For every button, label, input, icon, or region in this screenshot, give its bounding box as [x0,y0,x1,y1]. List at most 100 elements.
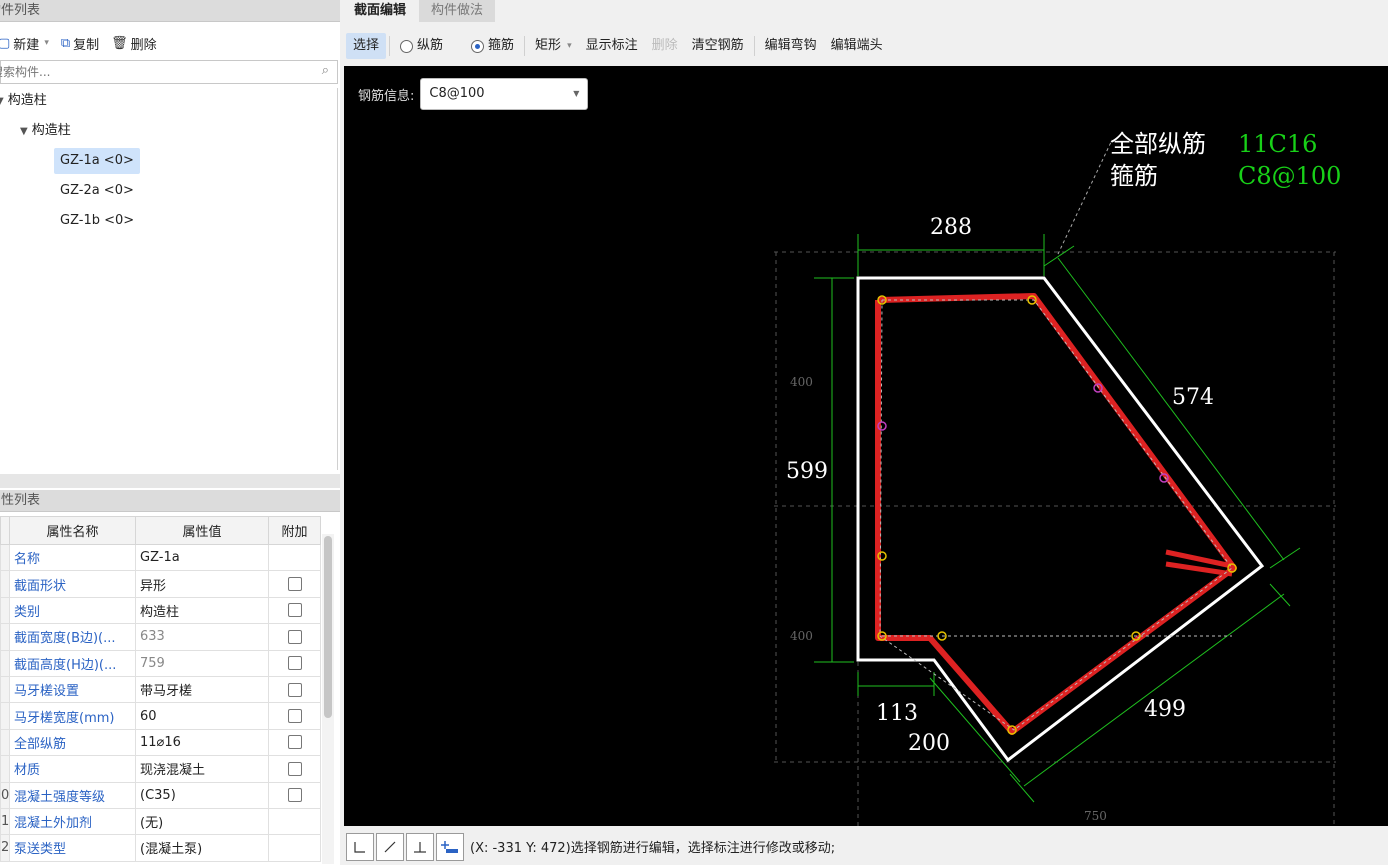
rebar-info-select[interactable]: C8@100 ▼ [420,78,589,110]
property-name: 马牙槎设置 [9,675,136,704]
add-point-icon[interactable] [436,832,464,861]
new-button[interactable]: ▢ 新建 ▾ [0,30,53,56]
property-extra[interactable] [268,649,321,677]
property-value[interactable]: 现浇混凝土 [135,755,269,783]
dim-label-diag-lower[interactable]: 499 [1144,697,1186,722]
delete-rebar-button[interactable]: 删除 [645,33,685,59]
property-value[interactable]: 60 [135,702,269,730]
checkbox[interactable] [287,656,302,671]
property-scrollbar[interactable] [322,534,334,864]
property-value[interactable]: 11⌀16 [135,728,269,757]
property-value[interactable]: 构造柱 [135,596,269,625]
checkbox[interactable] [287,577,302,592]
dim-label-top[interactable]: 288 [930,215,972,240]
edit-hook-button[interactable]: 编辑弯钩 [758,33,824,59]
table-row[interactable]: 截面宽度(B边)(... 633 [0,623,321,651]
table-row[interactable]: 类别 构造柱 [0,596,321,625]
line-snap-icon[interactable] [376,832,404,861]
property-value[interactable]: 759 [135,649,269,677]
right-panel: 截面编辑 构件做法 选择 纵筋 箍筋 矩形 ▾ 显示标注 删除 清空钢筋 编辑弯钩… [342,0,1388,865]
tree-item-gz-2a[interactable]: GZ-2a <0> [60,178,134,204]
property-extra[interactable] [268,570,321,598]
table-row[interactable]: 1 混凝土外加剂 (无) [0,807,321,836]
property-extra[interactable] [268,755,321,783]
checkbox[interactable] [287,709,302,724]
expand-icon[interactable]: ▼ [20,126,28,137]
orthogonal-snap-icon[interactable] [346,832,374,861]
search-input[interactable] [0,61,291,83]
checkbox[interactable] [287,735,302,750]
checkbox[interactable] [287,761,302,776]
table-row[interactable]: 马牙槎设置 带马牙槎 [0,675,321,704]
row-number [0,675,10,704]
scrollbar-thumb[interactable] [324,536,332,718]
property-extra[interactable] [268,623,321,651]
property-value[interactable]: (C35) [135,781,269,809]
table-row[interactable]: 材质 现浇混凝土 [0,755,321,783]
stirrup-rebar[interactable] [875,293,1237,735]
row-number [0,623,10,651]
property-extra [268,834,321,862]
table-row[interactable]: 全部纵筋 11⌀16 [0,728,321,757]
search-box: ⌕ [0,60,338,84]
delete-button[interactable]: 🗑 删除 [107,30,161,56]
table-row[interactable]: 名称 GZ-1a [0,543,321,572]
property-value[interactable]: (无) [135,807,269,836]
clear-rebar-button[interactable]: 清空钢筋 [685,33,751,59]
stirrup-radio[interactable]: 箍筋 [464,33,521,59]
edit-end-button[interactable]: 编辑端头 [824,33,890,59]
expand-icon[interactable]: ▼ [0,96,4,107]
drawing-canvas[interactable]: 全部纵筋 11C16 箍筋 C8@100 288 574 599 113 200… [344,66,1388,826]
chevron-down-icon[interactable]: ▾ [44,38,49,48]
dim-label-left[interactable]: 599 [786,459,828,484]
shape-dropdown[interactable]: 矩形 ▾ [528,33,579,59]
dim-label-bottom-small[interactable]: 113 [876,701,918,726]
panel-splitter[interactable] [0,474,340,488]
longitudinal-radio[interactable]: 纵筋 [393,33,450,59]
row-number: 0 [0,781,10,809]
dim-label-bottom-diag[interactable]: 200 [908,731,950,756]
table-row[interactable]: 2 泵送类型 (混凝土泵) [0,834,321,862]
tree-node-child[interactable]: ▼ 构造柱 [20,118,71,144]
property-extra[interactable] [268,702,321,730]
checkbox[interactable] [287,682,302,697]
section-drawing[interactable]: 全部纵筋 11C16 箍筋 C8@100 288 574 599 113 200… [344,66,1388,826]
dim-label-diag-upper[interactable]: 574 [1172,385,1214,410]
property-value[interactable]: (混凝土泵) [135,834,269,862]
tab-section-edit[interactable]: 截面编辑 [342,0,419,22]
property-value[interactable]: 633 [135,623,269,651]
property-extra[interactable] [268,781,321,809]
dim-diag-lower [1023,593,1285,787]
component-tree: ▼构造柱 ▼构造柱 GZ-1a <0> GZ-2a <0> GZ-1b <0> [0,88,338,470]
new-label: 新建 [13,37,40,53]
status-bar: (X: -331 Y: 472)选择钢筋进行编辑，选择标注进行修改或移动; [342,828,1388,865]
checkbox[interactable] [287,788,302,803]
tree-node-root[interactable]: ▼构造柱 [0,88,47,114]
property-name: 混凝土外加剂 [9,807,136,836]
divider [753,36,755,56]
divider [389,36,391,56]
show-label-button[interactable]: 显示标注 [579,33,645,59]
property-extra[interactable] [268,728,321,757]
property-value[interactable]: 带马牙槎 [135,675,269,704]
table-row[interactable]: 0 混凝土强度等级 (C35) [0,781,321,809]
perpendicular-snap-icon[interactable] [406,832,434,861]
select-button[interactable]: 选择 [346,33,387,59]
property-extra[interactable] [268,675,321,704]
tree-item-gz-1b[interactable]: GZ-1b <0> [60,208,134,234]
tab-component-method[interactable]: 构件做法 [419,0,496,22]
copy-button[interactable]: ⧉ 复制 [57,30,103,56]
checkbox[interactable] [287,603,302,618]
property-extra[interactable] [268,596,321,625]
table-header-row: 属性名称 属性值 附加 [0,516,321,545]
property-value[interactable]: GZ-1a [135,543,269,572]
table-row[interactable]: 截面形状 异形 [0,570,321,598]
table-row[interactable]: 截面高度(H边)(... 759 [0,649,321,677]
property-value[interactable]: 异形 [135,570,269,598]
row-number [0,570,10,598]
dim-tick [1269,547,1301,569]
search-icon[interactable]: ⌕ [322,63,329,78]
tree-item-gz-1a[interactable]: GZ-1a <0> [54,148,140,174]
table-row[interactable]: 马牙槎宽度(mm) 60 [0,702,321,730]
checkbox[interactable] [287,629,302,644]
